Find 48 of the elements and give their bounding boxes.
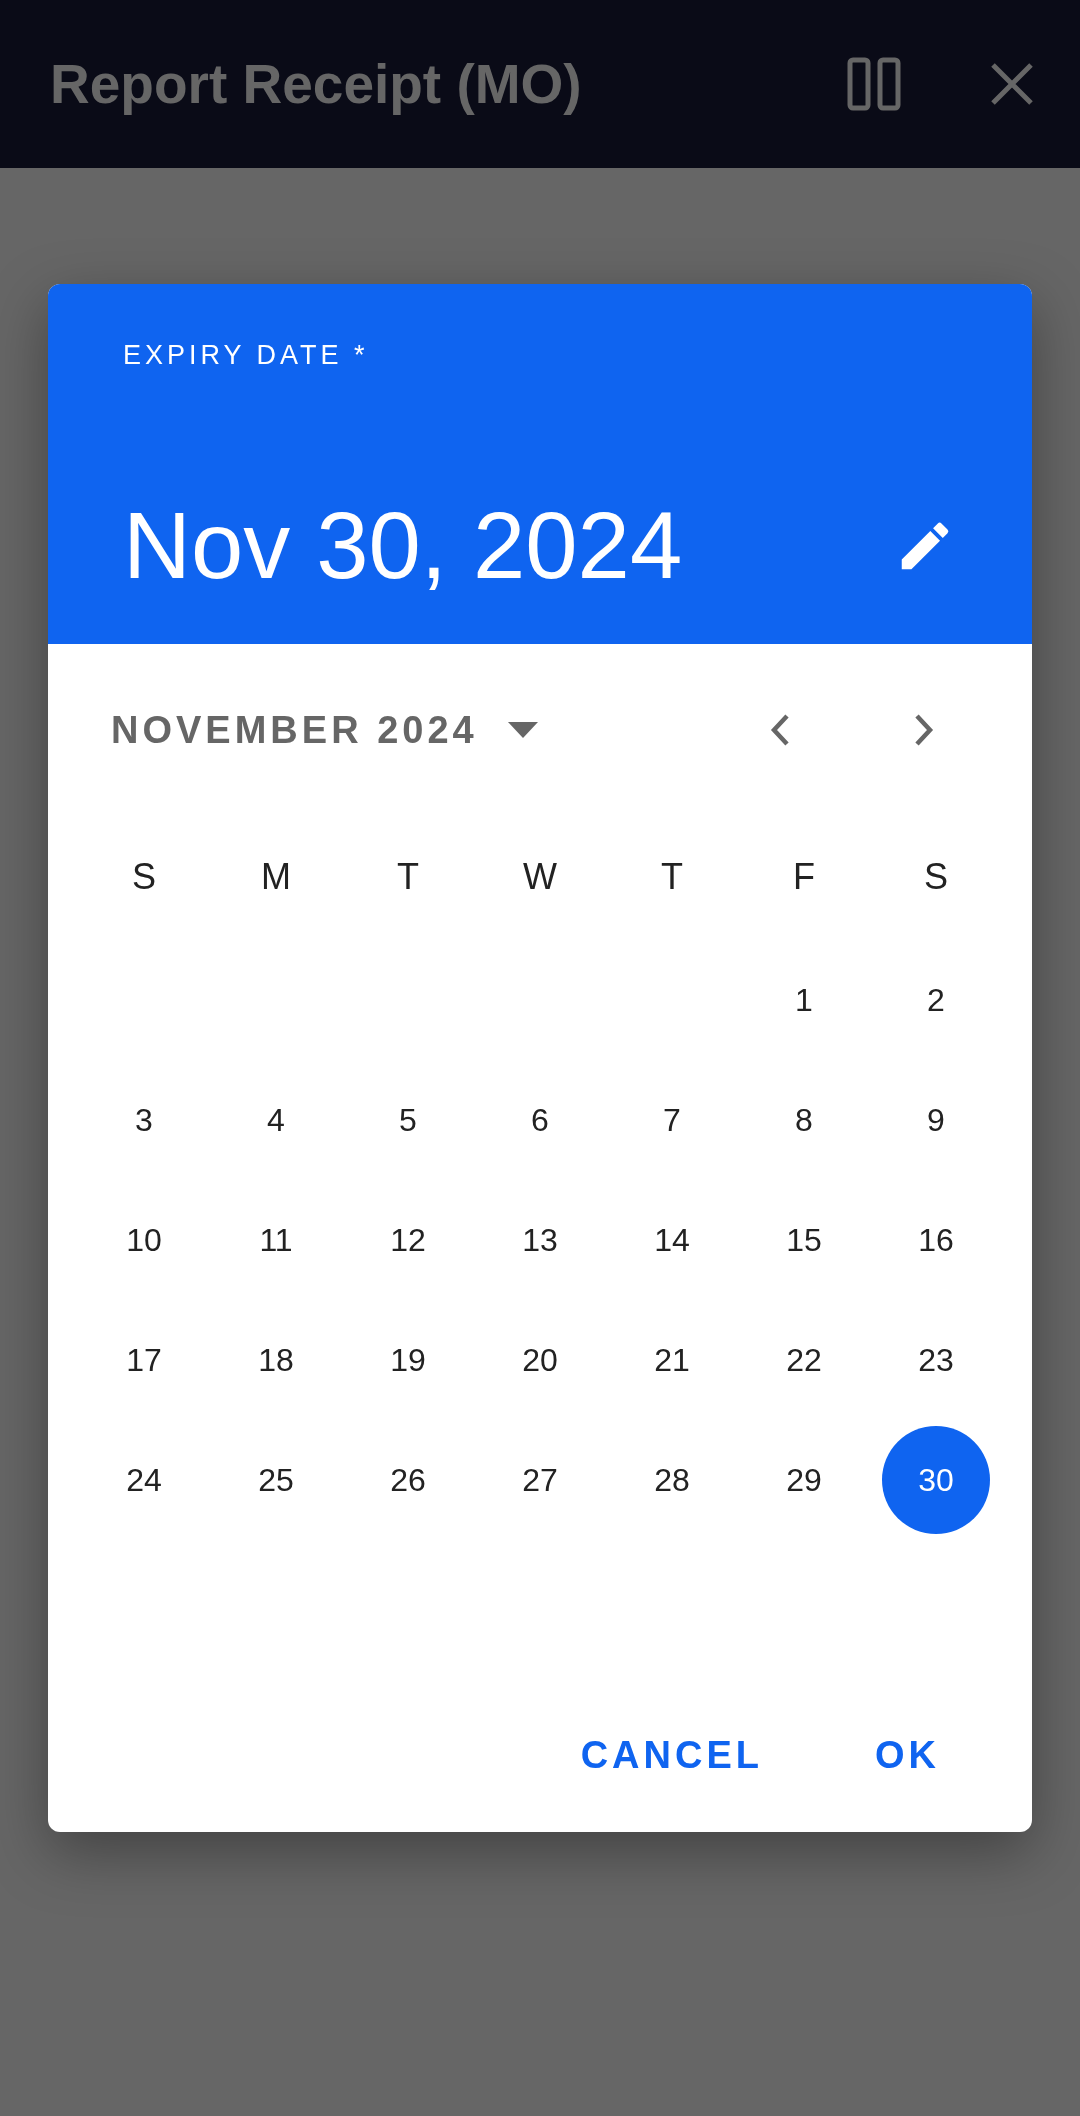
calendar-day[interactable]: 13 <box>486 1186 594 1294</box>
calendar-day[interactable]: 23 <box>882 1306 990 1414</box>
previous-month-icon[interactable] <box>770 713 790 747</box>
calendar-day[interactable]: 26 <box>354 1426 462 1534</box>
weekday-label: T <box>397 856 419 898</box>
calendar-day[interactable]: 28 <box>618 1426 726 1534</box>
calendar-day[interactable]: 25 <box>222 1426 330 1534</box>
calendar-day[interactable]: 7 <box>618 1066 726 1174</box>
calendar-day[interactable]: 11 <box>222 1186 330 1294</box>
calendar-day[interactable]: 14 <box>618 1186 726 1294</box>
calendar-day[interactable]: 17 <box>90 1306 198 1414</box>
month-label[interactable]: NOVEMBER 2024 <box>111 708 478 752</box>
calendar-day[interactable]: 1 <box>750 946 858 1054</box>
field-label: EXPIRY DATE * <box>123 342 370 369</box>
calendar-day[interactable]: 16 <box>882 1186 990 1294</box>
calendar-day[interactable]: 19 <box>354 1306 462 1414</box>
calendar-day[interactable]: 10 <box>90 1186 198 1294</box>
ok-button[interactable]: OK <box>859 1720 956 1791</box>
cancel-button[interactable]: CANCEL <box>564 1720 779 1791</box>
calendar-day[interactable]: 18 <box>222 1306 330 1414</box>
calendar-day[interactable]: 3 <box>90 1066 198 1174</box>
weekday-label: F <box>793 856 815 898</box>
calendar-day[interactable]: 27 <box>486 1426 594 1534</box>
calendar-day[interactable]: 21 <box>618 1306 726 1414</box>
calendar-day[interactable]: 9 <box>882 1066 990 1174</box>
calendar-day[interactable]: 6 <box>486 1066 594 1174</box>
calendar-day[interactable]: 8 <box>750 1066 858 1174</box>
weekday-label: S <box>924 856 948 898</box>
caret-icon[interactable] <box>507 722 538 738</box>
calendar-day[interactable]: 4 <box>222 1066 330 1174</box>
calendar-day[interactable]: 12 <box>354 1186 462 1294</box>
weekday-label: T <box>661 856 683 898</box>
calendar-day[interactable]: 15 <box>750 1186 858 1294</box>
calendar-day[interactable]: 20 <box>486 1306 594 1414</box>
weekday-label: S <box>132 856 156 898</box>
calendar-day[interactable]: 24 <box>90 1426 198 1534</box>
calendar-day[interactable]: 5 <box>354 1066 462 1174</box>
calendar-day[interactable]: 22 <box>750 1306 858 1414</box>
calendar-day[interactable]: 30 <box>882 1426 990 1534</box>
calendar-day[interactable]: 2 <box>882 946 990 1054</box>
weekday-label: W <box>523 856 557 898</box>
calendar-day[interactable]: 29 <box>750 1426 858 1534</box>
next-month-icon[interactable] <box>914 713 934 747</box>
selected-date: Nov 30, 2024 <box>123 499 683 593</box>
close-icon[interactable] <box>990 62 1034 106</box>
weekday-label: M <box>261 856 291 898</box>
screen-title: Report Receipt (MO) <box>50 52 583 116</box>
columns-icon[interactable] <box>846 56 902 112</box>
